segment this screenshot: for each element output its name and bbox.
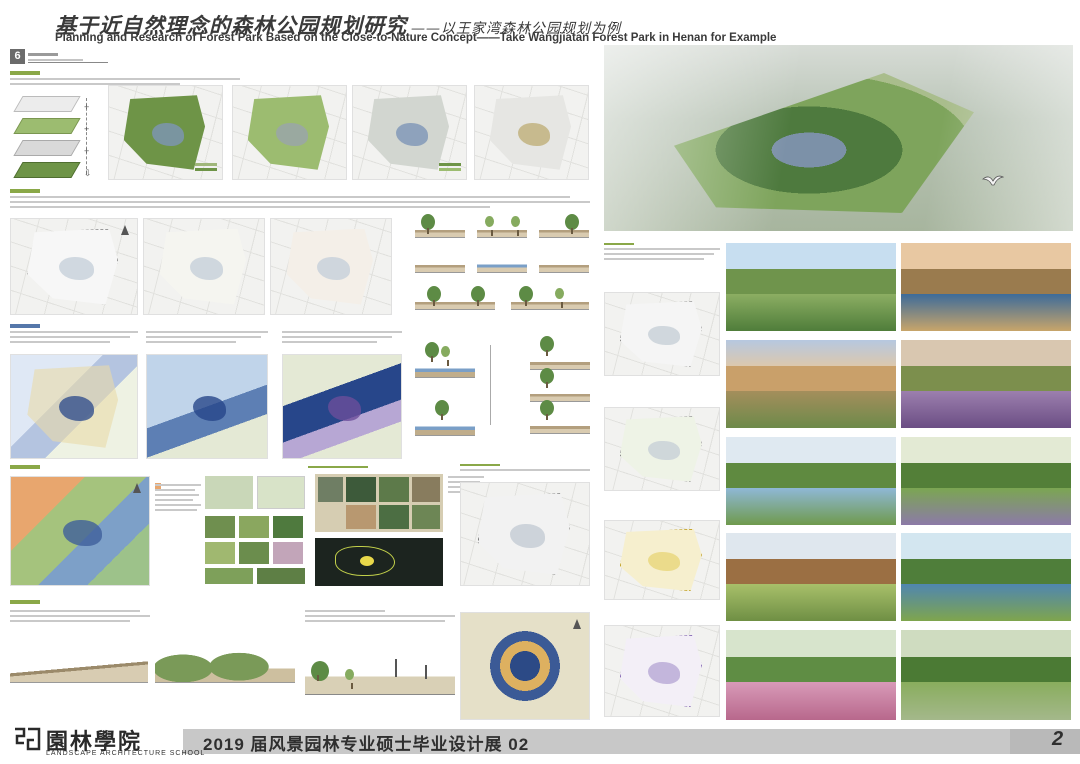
map-scenic-3 bbox=[604, 520, 720, 600]
page-number: 2 bbox=[1052, 728, 1064, 750]
render-pink-meadow bbox=[726, 630, 896, 720]
render-woodland-trail bbox=[901, 630, 1071, 720]
map-scenic-2 bbox=[604, 407, 720, 491]
render-reed-lake bbox=[901, 243, 1071, 331]
map-scenic-1 bbox=[604, 292, 720, 376]
exhibition-title: 2019 届风景园林专业硕士毕业设计展 02 bbox=[203, 730, 529, 755]
school-logo-icon bbox=[15, 727, 41, 751]
render-river-boardwalk bbox=[726, 437, 896, 525]
school-logo-en: LANDSCAPE ARCHITECTURE SCHOOL bbox=[46, 750, 206, 757]
poster-footer: 園林學院 LANDSCAPE ARCHITECTURE SCHOOL 2019 … bbox=[0, 724, 1080, 764]
map-scenic-4 bbox=[604, 625, 720, 717]
shoreline-sections bbox=[415, 330, 590, 450]
label-water bbox=[10, 324, 40, 328]
map-land-layer bbox=[474, 85, 589, 180]
planting-legend bbox=[155, 476, 205, 586]
map-public-service bbox=[460, 482, 590, 586]
label-structure bbox=[10, 71, 40, 75]
text-elevation bbox=[305, 610, 455, 625]
label-terrain bbox=[10, 600, 40, 604]
map-traffic-2 bbox=[143, 218, 265, 315]
text-public-service bbox=[460, 464, 590, 474]
aerial-render bbox=[604, 45, 1073, 231]
map-planting bbox=[10, 476, 150, 586]
label-planting bbox=[10, 465, 40, 469]
plant-photo-grid bbox=[205, 476, 305, 586]
road-sections bbox=[415, 210, 590, 315]
terrain-section-1 bbox=[10, 648, 148, 683]
terrain-section-2 bbox=[155, 648, 295, 683]
layer-plus-operators: + + + ⇩ bbox=[84, 102, 92, 178]
exhibition-number: 02 bbox=[508, 735, 530, 754]
section-heading-bars bbox=[28, 50, 108, 63]
text-water-2 bbox=[146, 331, 268, 346]
map-water-1 bbox=[10, 354, 138, 459]
poster-title-en: Planning and Research of Forest Park Bas… bbox=[55, 32, 777, 44]
text-terrain bbox=[10, 610, 290, 625]
text-water-3 bbox=[282, 331, 402, 346]
map-vegetation-layer bbox=[232, 85, 347, 180]
text-node bbox=[308, 466, 448, 471]
render-wooden-tower bbox=[726, 533, 896, 621]
map-elevation bbox=[460, 612, 590, 720]
map-water-2 bbox=[146, 354, 268, 459]
map-forest-layer bbox=[108, 85, 223, 180]
elevation-section bbox=[305, 655, 455, 695]
node-planning-collage bbox=[315, 474, 443, 532]
exhibition-title-text: 2019 届风景园林专业硕士毕业设计展 bbox=[203, 735, 503, 754]
render-wetland-lake bbox=[726, 243, 896, 331]
bird-icon bbox=[982, 175, 1004, 186]
render-forest-path bbox=[901, 437, 1071, 525]
render-stream-bank bbox=[901, 533, 1071, 621]
map-traffic-3 bbox=[270, 218, 392, 315]
text-traffic bbox=[10, 196, 590, 211]
label-traffic bbox=[10, 189, 40, 193]
map-water-layer bbox=[352, 85, 467, 180]
section-number-badge: 6 bbox=[10, 49, 25, 64]
render-observation-tower bbox=[726, 340, 896, 428]
footer-band-page bbox=[1010, 729, 1080, 754]
map-water-3 bbox=[282, 354, 402, 459]
text-scenic bbox=[604, 243, 720, 263]
render-flower-field bbox=[901, 340, 1071, 428]
text-water-1 bbox=[10, 331, 138, 346]
map-traffic-1 bbox=[10, 218, 138, 315]
night-lighting-map bbox=[315, 538, 443, 586]
